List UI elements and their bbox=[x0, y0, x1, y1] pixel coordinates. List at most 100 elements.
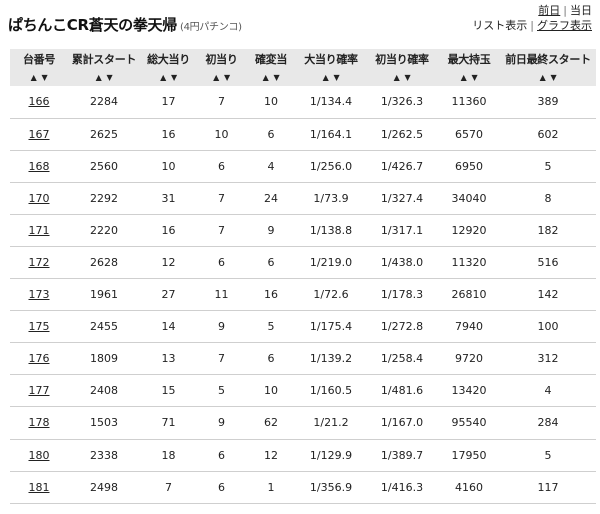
machine-number-link[interactable]: 171 bbox=[10, 214, 68, 247]
table-row: 1822001258171/80.01/250.127240124 bbox=[10, 503, 596, 514]
machine-number-link[interactable]: 180 bbox=[10, 439, 68, 472]
table-cell: 9720 bbox=[438, 342, 500, 376]
table-cell: 1/129.9 bbox=[296, 439, 366, 472]
machine-data-table: 台番号 累計スタート 総大当り 初当り 確変当 大当り確率 初当り確率 最大持玉 前日最終スター… bbox=[10, 49, 596, 514]
table-cell: 6 bbox=[197, 471, 246, 504]
table-cell: 2292 bbox=[68, 182, 140, 215]
sort-asc-icon[interactable]: ▲ bbox=[323, 73, 329, 82]
sort-controls: ▲ ▼ bbox=[140, 68, 197, 86]
view-nav: リスト表示 | グラフ表示 bbox=[472, 17, 592, 33]
sort-desc-icon[interactable]: ▼ bbox=[224, 73, 230, 82]
table-cell: 1/481.6 bbox=[366, 374, 438, 408]
machine-number-link[interactable]: 181 bbox=[10, 471, 68, 504]
machine-number-link[interactable]: 175 bbox=[10, 310, 68, 344]
table-row: 166 2284 17 7 10 1/134.4 1/326.3 11360 389 bbox=[10, 86, 596, 119]
column-header: 前日最終スタート bbox=[505, 52, 591, 66]
sort-controls: ▲ ▼ bbox=[500, 68, 596, 86]
machine-number-link[interactable]: 170 bbox=[10, 182, 68, 215]
table-cell: 12 bbox=[140, 246, 197, 280]
table-cell: 12 bbox=[246, 439, 296, 472]
table-cell: 17 bbox=[246, 503, 296, 514]
sort-asc-icon[interactable]: ▲ bbox=[213, 73, 219, 82]
table-cell: 16 bbox=[140, 118, 197, 151]
sort-desc-icon[interactable]: ▼ bbox=[551, 73, 557, 82]
machine-number-link[interactable]: 168 bbox=[10, 150, 68, 183]
table-cell: 124 bbox=[500, 503, 596, 514]
table-cell: 2560 bbox=[68, 150, 140, 183]
table-cell: 182 bbox=[500, 214, 596, 247]
machine-title: ぱちんこCR蒼天の拳天帰 bbox=[8, 16, 177, 34]
sort-row: ▲ ▼ ▲ ▼ ▲ ▼ ▲ ▼ ▲ ▼ ▲ ▼ ▲ ▼ ▲ ▼ ▲ ▼ bbox=[10, 68, 596, 86]
table-cell: 284 bbox=[500, 406, 596, 440]
table-cell: 516 bbox=[500, 246, 596, 280]
sort-asc-icon[interactable]: ▲ bbox=[540, 73, 546, 82]
sort-desc-icon[interactable]: ▼ bbox=[42, 73, 48, 82]
sort-asc-icon[interactable]: ▲ bbox=[31, 73, 37, 82]
header-row: 台番号 累計スタート 総大当り 初当り 確変当 大当り確率 初当り確率 最大持玉 前日最終スター… bbox=[10, 49, 596, 68]
table-cell: 10 bbox=[246, 374, 296, 408]
sort-asc-icon[interactable]: ▲ bbox=[394, 73, 400, 82]
table-row: 175 2455 14 9 5 1/175.4 1/272.8 7940 100 bbox=[10, 310, 596, 344]
table-row: 167 2625 16 10 6 1/164.1 1/262.5 6570 602 bbox=[10, 118, 596, 151]
sort-asc-icon[interactable]: ▲ bbox=[96, 73, 102, 82]
table-cell: 27 bbox=[140, 278, 197, 312]
table-cell: 6 bbox=[197, 439, 246, 472]
machine-number-link[interactable]: 177 bbox=[10, 374, 68, 408]
table-cell: 95540 bbox=[438, 406, 500, 440]
column-header: 台番号 bbox=[22, 52, 56, 66]
sort-controls: ▲ ▼ bbox=[366, 68, 438, 86]
table-cell: 2625 bbox=[68, 118, 140, 151]
table-row: 172 2628 12 6 6 1/219.0 1/438.0 11320 516 bbox=[10, 246, 596, 280]
column-header: 確変当 bbox=[254, 52, 288, 66]
machine-number-link[interactable]: 176 bbox=[10, 342, 68, 376]
machine-number-link[interactable]: 173 bbox=[10, 278, 68, 312]
table-cell: 5 bbox=[246, 310, 296, 344]
machine-number-link[interactable]: 172 bbox=[10, 246, 68, 280]
table-cell: 4 bbox=[246, 150, 296, 183]
machine-number-link[interactable]: 182 bbox=[10, 503, 68, 514]
nav-separator: | bbox=[563, 4, 567, 17]
table-cell: 142 bbox=[500, 278, 596, 312]
table-cell: 10 bbox=[140, 150, 197, 183]
sort-asc-icon[interactable]: ▲ bbox=[263, 73, 269, 82]
column-header: 総大当り bbox=[147, 52, 190, 66]
machine-number-link[interactable]: 178 bbox=[10, 406, 68, 440]
table-cell: 1/272.8 bbox=[366, 310, 438, 344]
sort-asc-icon[interactable]: ▲ bbox=[160, 73, 166, 82]
graph-view-link[interactable]: グラフ表示 bbox=[537, 19, 592, 32]
table-cell: 2284 bbox=[68, 86, 140, 119]
column-header: 初当り bbox=[205, 52, 238, 66]
table-cell: 1/178.3 bbox=[366, 278, 438, 312]
nav-separator: | bbox=[530, 19, 534, 32]
table-cell: 10 bbox=[197, 118, 246, 151]
sort-desc-icon[interactable]: ▼ bbox=[472, 73, 478, 82]
prev-day-link[interactable]: 前日 bbox=[538, 4, 560, 17]
table-cell: 6 bbox=[246, 342, 296, 376]
table-cell: 34040 bbox=[438, 182, 500, 215]
table-cell: 16 bbox=[140, 214, 197, 247]
table-cell: 7 bbox=[197, 86, 246, 119]
table-cell: 17 bbox=[140, 86, 197, 119]
sort-desc-icon[interactable]: ▼ bbox=[274, 73, 280, 82]
sort-controls: ▲ ▼ bbox=[246, 68, 296, 86]
table-cell: 11360 bbox=[438, 86, 500, 119]
sort-asc-icon[interactable]: ▲ bbox=[461, 73, 467, 82]
table-cell: 14 bbox=[140, 310, 197, 344]
table-cell: 1809 bbox=[68, 342, 140, 376]
table-cell: 1/416.3 bbox=[366, 471, 438, 504]
table-cell: 10 bbox=[246, 86, 296, 119]
sort-desc-icon[interactable]: ▼ bbox=[171, 73, 177, 82]
column-header: 初当り確率 bbox=[375, 52, 429, 66]
machine-number-link[interactable]: 166 bbox=[10, 86, 68, 119]
sort-desc-icon[interactable]: ▼ bbox=[334, 73, 340, 82]
table-cell: 8 bbox=[500, 182, 596, 215]
table-cell: 1/72.6 bbox=[296, 278, 366, 312]
table-cell: 312 bbox=[500, 342, 596, 376]
sort-desc-icon[interactable]: ▼ bbox=[107, 73, 113, 82]
table-cell: 15 bbox=[140, 374, 197, 408]
table-row: 170 2292 31 7 24 1/73.9 1/327.4 34040 8 bbox=[10, 182, 596, 215]
sort-desc-icon[interactable]: ▼ bbox=[405, 73, 411, 82]
table-cell: 13 bbox=[140, 342, 197, 376]
table-cell: 6 bbox=[197, 246, 246, 280]
machine-number-link[interactable]: 167 bbox=[10, 118, 68, 151]
